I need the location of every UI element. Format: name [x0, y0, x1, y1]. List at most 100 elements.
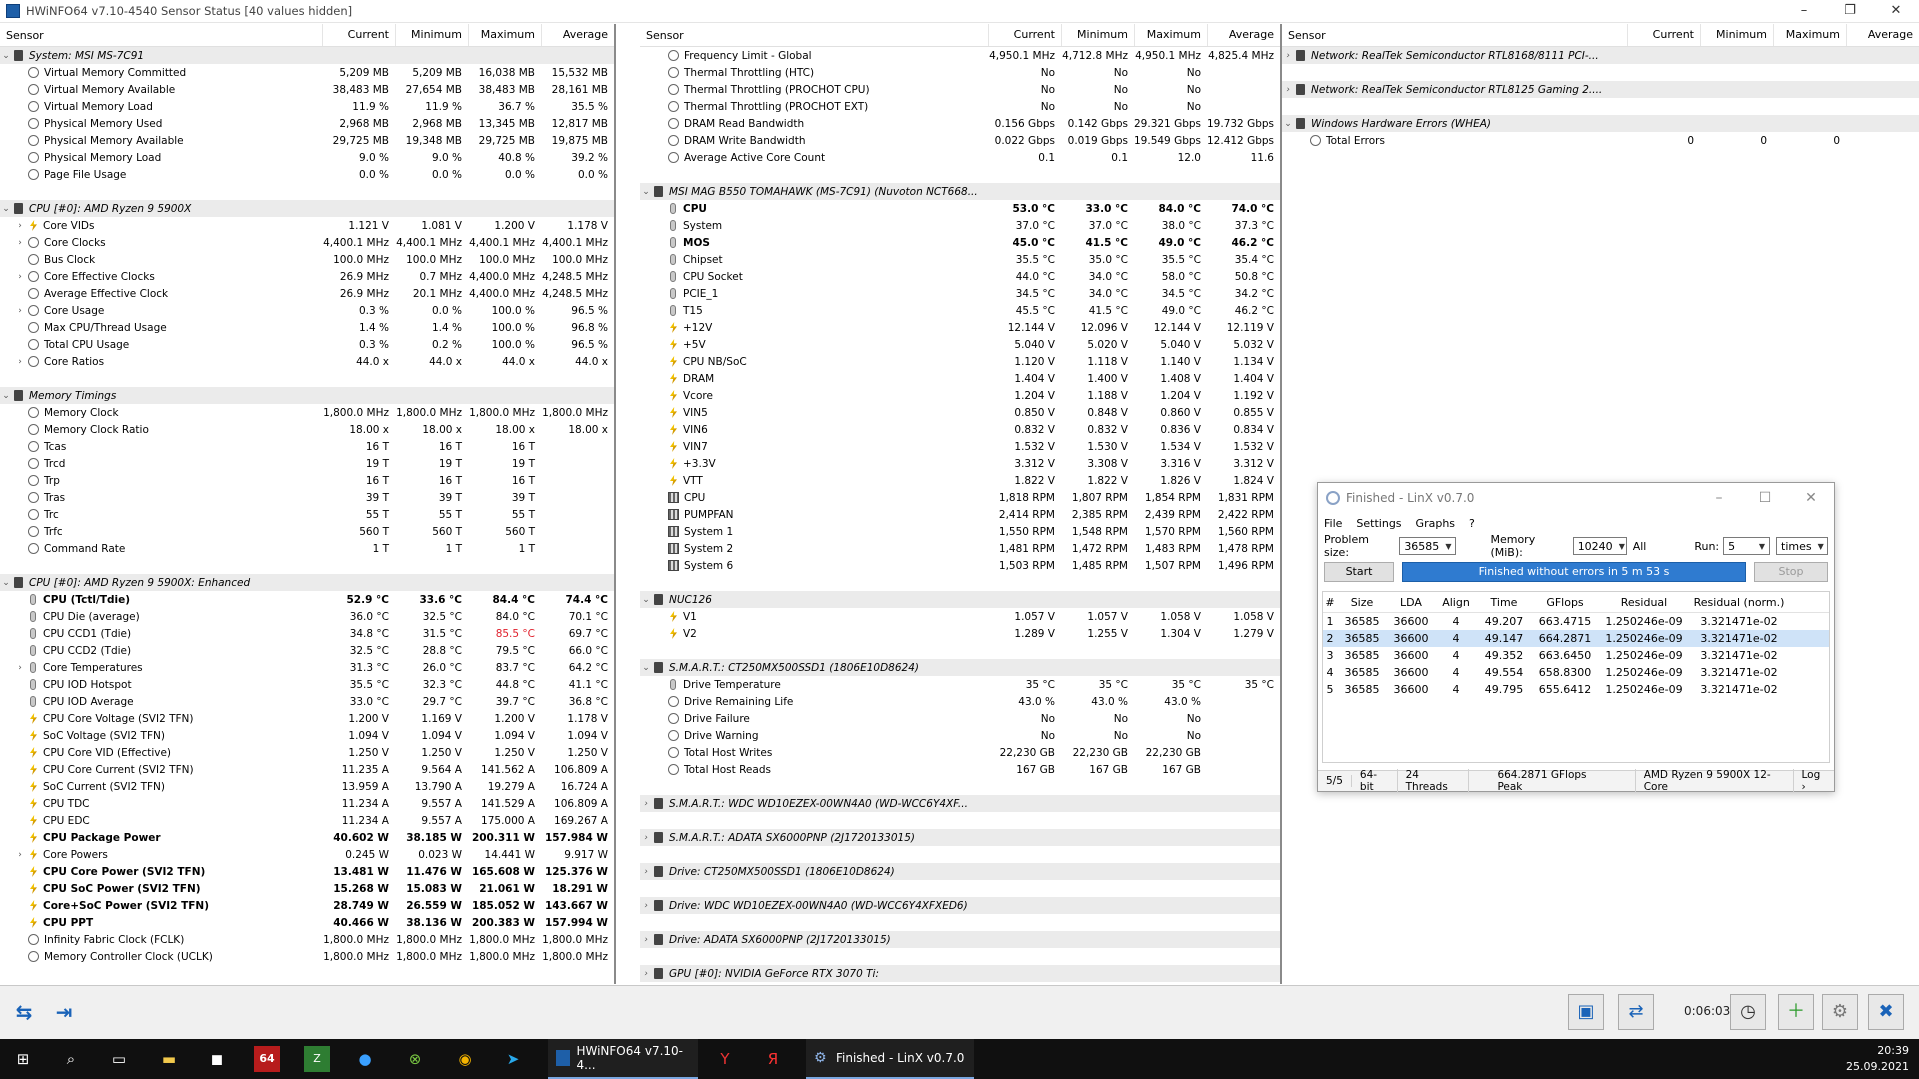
sensor-row[interactable]: › Core VIDs 1.121 V 1.081 V 1.200 V 1.178 V	[0, 217, 614, 234]
expand-collapse-left-icon[interactable]: ⇆	[6, 1000, 42, 1024]
sensor-row[interactable]: Drive Warning No No No	[640, 727, 1280, 744]
sensor-row[interactable]: T15 45.5 °C 41.5 °C 49.0 °C 46.2 °C	[640, 302, 1280, 319]
close-sensors-icon[interactable]: ✖	[1868, 994, 1904, 1030]
taskbar-app-hwinfo[interactable]: HWiNFO64 v7.10-4...	[548, 1039, 698, 1079]
sensor-row[interactable]: Drive Temperature 35 °C 35 °C 35 °C 35 °C	[640, 676, 1280, 693]
col-average[interactable]: Average	[1207, 24, 1280, 46]
sensor-row[interactable]: CPU IOD Hotspot 35.5 °C 32.3 °C 44.8 °C 41.1…	[0, 676, 614, 693]
yandex-icon[interactable]: Я	[760, 1046, 786, 1072]
col-maximum[interactable]: Maximum	[1773, 24, 1846, 46]
sensor-row[interactable]: Physical Memory Available 29,725 MB 19,348…	[0, 132, 614, 149]
sensor-group-header[interactable]: › S.M.A.R.T.: WDC WD10EZEX-00WN4A0 (WD-WC…	[640, 795, 1280, 812]
sensor-group-header[interactable]: ⌄ CPU [#0]: AMD Ryzen 9 5900X: Enhanced	[0, 574, 614, 591]
sensor-row[interactable]: Infinity Fabric Clock (FCLK) 1,800.0 MHz 1…	[0, 931, 614, 948]
expand-chevron-icon[interactable]: ›	[640, 833, 652, 843]
all-button[interactable]: All	[1633, 540, 1647, 553]
header-cell[interactable]: Residual (norm.)	[1689, 596, 1789, 609]
xbox-icon[interactable]: ⊗	[402, 1046, 428, 1072]
sensor-row[interactable]: › Core Powers 0.245 W 0.023 W 14.441 W 9.917 …	[0, 846, 614, 863]
settings-gear-icon[interactable]: ⚙	[1822, 994, 1858, 1030]
sensor-row[interactable]: CPU Die (average) 36.0 °C 32.5 °C 84.0 °C 70…	[0, 608, 614, 625]
sensor-row[interactable]: CPU CCD1 (Tdie) 34.8 °C 31.5 °C 85.5 °C 69.7…	[0, 625, 614, 642]
sensor-row[interactable]: Page File Usage 0.0 % 0.0 % 0.0 % 0.0 %	[0, 166, 614, 183]
col-sensor[interactable]: Sensor	[1282, 29, 1627, 42]
sensor-row[interactable]: Vcore 1.204 V 1.188 V 1.204 V 1.192 V	[640, 387, 1280, 404]
aida64-icon[interactable]: 64	[254, 1046, 280, 1072]
sensor-row[interactable]: › Core Ratios 44.0 x 44.0 x 44.0 x 44.0 x	[0, 353, 614, 370]
sensor-row[interactable]: DRAM 1.404 V 1.400 V 1.408 V 1.404 V	[640, 370, 1280, 387]
sensor-row[interactable]: System 37.0 °C 37.0 °C 38.0 °C 37.3 °C	[640, 217, 1280, 234]
table-row[interactable]: 5 36585 36600 4 49.795 655.6412 1.250246e-09 3.…	[1323, 681, 1829, 698]
col-minimum[interactable]: Minimum	[1700, 24, 1773, 46]
sensor-row[interactable]: DRAM Read Bandwidth 0.156 Gbps 0.142 Gbps 2…	[640, 115, 1280, 132]
sensor-row[interactable]: CPU 1,818 RPM 1,807 RPM 1,854 RPM 1,831 RPM	[640, 489, 1280, 506]
sensor-row[interactable]: › Core Usage 0.3 % 0.0 % 100.0 % 96.5 %	[0, 302, 614, 319]
log-button[interactable]: Log ›	[1794, 769, 1834, 793]
sensor-row[interactable]: Virtual Memory Load 11.9 % 11.9 % 36.7 % 35.…	[0, 98, 614, 115]
sensor-row[interactable]: CPU Core Current (SVI2 TFN) 11.235 A 9.564…	[0, 761, 614, 778]
expand-chevron-icon[interactable]: ›	[14, 663, 26, 673]
sensor-group-header[interactable]: › Network: RealTek Semiconductor RTL8125 …	[1282, 81, 1919, 98]
expand-chevron-icon[interactable]: ›	[14, 272, 26, 282]
close-button[interactable]: ✕	[1873, 0, 1919, 22]
table-row[interactable]: 4 36585 36600 4 49.554 658.8300 1.250246e-09 3.…	[1323, 664, 1829, 681]
expand-chevron-icon[interactable]: ›	[1282, 51, 1294, 61]
sensor-row[interactable]: Average Active Core Count 0.1 0.1 12.0 11.6	[640, 149, 1280, 166]
col-current[interactable]: Current	[1627, 24, 1700, 46]
header-cell[interactable]: LDA	[1387, 596, 1435, 609]
collapse-chevron-icon[interactable]: ⌄	[0, 578, 12, 588]
table-row[interactable]: 2 36585 36600 4 49.147 664.2871 1.250246e-09 3.…	[1323, 630, 1829, 647]
expand-chevron-icon[interactable]: ›	[14, 238, 26, 248]
sensor-row[interactable]: Trp 16 T 16 T 16 T	[0, 472, 614, 489]
minimize-button[interactable]: –	[1781, 0, 1827, 22]
header-cell[interactable]: Align	[1435, 596, 1477, 609]
sensor-row[interactable]: +5V 5.040 V 5.020 V 5.040 V 5.032 V	[640, 336, 1280, 353]
sensor-row[interactable]: VIN7 1.532 V 1.530 V 1.534 V 1.532 V	[640, 438, 1280, 455]
sensor-row[interactable]: CPU CCD2 (Tdie) 32.5 °C 28.8 °C 79.5 °C 66.0…	[0, 642, 614, 659]
expand-chevron-icon[interactable]: ›	[14, 306, 26, 316]
yandex-browser-icon[interactable]: Y	[712, 1046, 738, 1072]
sensor-row[interactable]: Virtual Memory Available 38,483 MB 27,654 …	[0, 81, 614, 98]
menu-file[interactable]: File	[1324, 517, 1342, 530]
sensor-row[interactable]: SoC Voltage (SVI2 TFN) 1.094 V 1.094 V 1.09…	[0, 727, 614, 744]
sensor-row[interactable]: CPU Core VID (Effective) 1.250 V 1.250 V 1.…	[0, 744, 614, 761]
expand-chevron-icon[interactable]: ›	[640, 969, 652, 979]
sensor-row[interactable]: System 6 1,503 RPM 1,485 RPM 1,507 RPM 1,496…	[640, 557, 1280, 574]
sensor-row[interactable]: Command Rate 1 T 1 T 1 T	[0, 540, 614, 557]
sensor-row[interactable]: Thermal Throttling (PROCHOT EXT) No No No	[640, 98, 1280, 115]
sensor-row[interactable]: Virtual Memory Committed 5,209 MB 5,209 MB…	[0, 64, 614, 81]
expand-chevron-icon[interactable]: ›	[14, 357, 26, 367]
sensor-row[interactable]: Trcd 19 T 19 T 19 T	[0, 455, 614, 472]
col-maximum[interactable]: Maximum	[1134, 24, 1207, 46]
expand-chevron-icon[interactable]: ›	[640, 867, 652, 877]
sensor-row[interactable]: Physical Memory Used 2,968 MB 2,968 MB 13,3…	[0, 115, 614, 132]
sensor-row[interactable]: CPU Core Power (SVI2 TFN) 13.481 W 11.476 …	[0, 863, 614, 880]
telegram-icon[interactable]: ➤	[500, 1046, 526, 1072]
sensor-row[interactable]: Average Effective Clock 26.9 MHz 20.1 MHz 4…	[0, 285, 614, 302]
header-cell[interactable]: #	[1323, 596, 1337, 609]
sensor-row[interactable]: Memory Controller Clock (UCLK) 1,800.0 MH…	[0, 948, 614, 965]
sensor-row[interactable]: Trfc 560 T 560 T 560 T	[0, 523, 614, 540]
sensor-row[interactable]: Bus Clock 100.0 MHz 100.0 MHz 100.0 MHz 100.…	[0, 251, 614, 268]
sensor-row[interactable]: System 1 1,550 RPM 1,548 RPM 1,570 RPM 1,560…	[640, 523, 1280, 540]
expand-chevron-icon[interactable]: ›	[640, 901, 652, 911]
col-current[interactable]: Current	[322, 24, 395, 46]
collapse-chevron-icon[interactable]: ⌄	[640, 663, 652, 673]
sensor-group-header[interactable]: › Drive: ADATA SX6000PNP (2J1720133015)	[640, 931, 1280, 948]
search-icon[interactable]: ⌕	[58, 1046, 84, 1072]
file-explorer-icon[interactable]: ▬	[156, 1046, 182, 1072]
clock-icon[interactable]: ◷	[1730, 994, 1766, 1030]
add-log-icon[interactable]: ＋	[1778, 994, 1814, 1030]
expand-chevron-icon[interactable]: ›	[1282, 85, 1294, 95]
menu-help[interactable]: ?	[1469, 517, 1475, 530]
sensor-row[interactable]: Thermal Throttling (PROCHOT CPU) No No No	[640, 81, 1280, 98]
maximize-button[interactable]: ❐	[1827, 0, 1873, 22]
sensor-row[interactable]: Memory Clock Ratio 18.00 x 18.00 x 18.00 x 1…	[0, 421, 614, 438]
sensor-row[interactable]: CPU IOD Average 33.0 °C 29.7 °C 39.7 °C 36.8…	[0, 693, 614, 710]
expand-chevron-icon[interactable]: ›	[640, 799, 652, 809]
sensor-row[interactable]: CPU TDC 11.234 A 9.557 A 141.529 A 106.809 A	[0, 795, 614, 812]
sensor-row[interactable]: Total Errors 0 0 0	[1282, 132, 1919, 149]
sensor-group-header[interactable]: ⌄ System: MSI MS-7C91	[0, 47, 614, 64]
sensor-row[interactable]: CPU SoC Power (SVI2 TFN) 15.268 W 15.083 W…	[0, 880, 614, 897]
sensor-row[interactable]: CPU PPT 40.466 W 38.136 W 200.383 W 157.994 …	[0, 914, 614, 931]
